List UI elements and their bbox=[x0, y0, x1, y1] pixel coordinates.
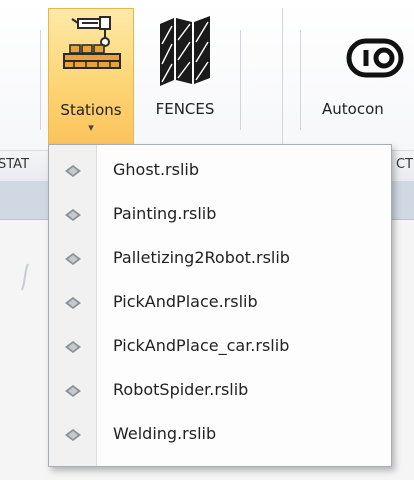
menu-item-painting[interactable]: Painting.rslib bbox=[51, 195, 389, 235]
library-file-icon bbox=[65, 429, 81, 441]
menu-item-pickandplace-car[interactable]: PickAndPlace_car.rslib bbox=[51, 327, 389, 367]
menu-item-label: Painting.rslib bbox=[113, 204, 217, 223]
ribbon-separator bbox=[240, 30, 241, 130]
library-file-icon bbox=[65, 253, 81, 265]
toggle-switch-icon bbox=[346, 38, 404, 78]
ribbon-separator bbox=[40, 30, 41, 130]
menu-item-ghost[interactable]: Ghost.rslib bbox=[51, 151, 389, 191]
menu-item-label: Palletizing2Robot.rslib bbox=[113, 248, 290, 267]
library-file-icon bbox=[65, 297, 81, 309]
menu-item-label: Welding.rslib bbox=[113, 424, 217, 443]
robot-station-icon bbox=[63, 16, 121, 69]
stations-dropdown-menu: Ghost.rslib Painting.rslib Palletizing2R… bbox=[48, 144, 392, 467]
chevron-down-icon: ▾ bbox=[88, 121, 94, 134]
library-file-icon bbox=[65, 341, 81, 353]
ribbon-separator bbox=[300, 30, 301, 130]
menu-item-palletizing2robot[interactable]: Palletizing2Robot.rslib bbox=[51, 239, 389, 279]
menu-item-label: PickAndPlace.rslib bbox=[113, 292, 258, 311]
menu-item-welding[interactable]: Welding.rslib bbox=[51, 415, 389, 455]
ribbon-toolbar: Stations ▾ FENCES Autocon bbox=[0, 0, 414, 178]
menu-item-robotspider[interactable]: RobotSpider.rslib bbox=[51, 371, 389, 411]
library-file-icon bbox=[65, 209, 81, 221]
app-window: Stations ▾ FENCES Autocon STAT CT Ghost.… bbox=[0, 0, 414, 480]
menu-item-label: RobotSpider.rslib bbox=[113, 380, 249, 399]
autoconnect-button[interactable]: Autocon bbox=[318, 8, 414, 136]
menu-item-label: Ghost.rslib bbox=[113, 160, 199, 179]
stations-label: Stations bbox=[60, 101, 122, 119]
faint-decoration bbox=[21, 263, 29, 291]
stations-button[interactable]: Stations ▾ bbox=[48, 8, 134, 146]
menu-item-label: PickAndPlace_car.rslib bbox=[113, 336, 290, 355]
group-label-connect: CT bbox=[396, 157, 414, 172]
menu-item-pickandplace[interactable]: PickAndPlace.rslib bbox=[51, 283, 389, 323]
fences-button[interactable]: FENCES bbox=[144, 8, 226, 136]
library-file-icon bbox=[65, 165, 81, 177]
group-label-stations: STAT bbox=[0, 157, 30, 172]
library-file-icon bbox=[65, 385, 81, 397]
fence-icon bbox=[160, 16, 210, 86]
fences-label: FENCES bbox=[155, 100, 215, 118]
autoconnect-label: Autocon bbox=[322, 100, 384, 118]
